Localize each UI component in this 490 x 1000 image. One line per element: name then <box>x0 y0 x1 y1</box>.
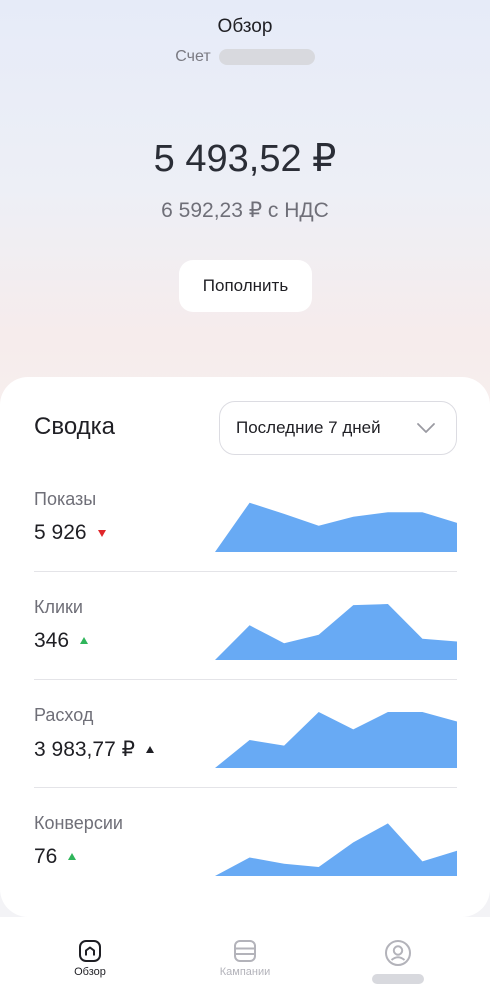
page-title: Обзор <box>217 16 273 37</box>
metric-label: Показы <box>34 489 97 509</box>
clicks-sparkline <box>215 604 457 660</box>
trend-up-icon <box>145 745 154 753</box>
divider <box>34 571 457 572</box>
account-label: Счет <box>175 48 211 65</box>
metric-label: Расход <box>34 705 94 725</box>
tab-label: Кампании <box>219 966 271 978</box>
tab-label: Обзор <box>74 966 106 978</box>
campaigns-icon <box>234 940 256 962</box>
overview-header: Обзор Счет 5 493,52 ₽ 6 592,23 ₽ с НДС П… <box>0 0 490 420</box>
metric-impressions[interactable]: Показы 5 926 <box>34 489 457 596</box>
balance-with-vat: 6 592,23 ₽ с НДС <box>161 199 329 222</box>
trend-up-icon <box>80 637 89 644</box>
tab-campaigns[interactable]: Кампании <box>195 939 295 978</box>
account-selector[interactable]: Счет <box>0 48 490 66</box>
metric-spend[interactable]: Расход 3 983,77 ₽ <box>34 705 457 812</box>
username-redacted <box>372 974 424 984</box>
divider <box>34 787 457 788</box>
bottom-tab-bar: Обзор Кампании <box>0 917 490 1000</box>
summary-card: Сводка Последние 7 дней Показы 5 926 Кли… <box>0 377 490 917</box>
trend-down-icon <box>97 530 106 537</box>
metric-value: 346 <box>34 629 70 652</box>
balance-amount: 5 493,52 ₽ <box>153 138 337 180</box>
profile-icon <box>385 940 411 966</box>
metric-clicks[interactable]: Клики 346 <box>34 597 457 704</box>
home-icon <box>79 940 101 962</box>
trend-up-icon <box>68 853 77 860</box>
metric-value: 3 983,77 ₽ <box>34 738 135 761</box>
tab-overview[interactable]: Обзор <box>40 939 140 978</box>
metric-label: Клики <box>34 597 83 617</box>
period-value: Последние 7 дней <box>236 418 381 437</box>
metric-value: 5 926 <box>34 521 87 544</box>
summary-title: Сводка <box>34 413 116 440</box>
metric-label: Конверсии <box>34 813 123 833</box>
spend-sparkline <box>215 712 457 768</box>
account-number-redacted <box>218 49 315 65</box>
conversions-sparkline <box>215 823 457 876</box>
period-dropdown[interactable]: Последние 7 дней <box>219 401 457 455</box>
topup-button[interactable]: Пополнить <box>179 260 312 312</box>
tab-profile[interactable] <box>348 939 448 984</box>
metric-conversions[interactable]: Конверсии 76 <box>34 813 457 920</box>
divider <box>34 679 457 680</box>
impressions-sparkline <box>215 502 457 552</box>
metric-value: 76 <box>34 845 58 868</box>
chevron-down-icon <box>417 423 435 433</box>
